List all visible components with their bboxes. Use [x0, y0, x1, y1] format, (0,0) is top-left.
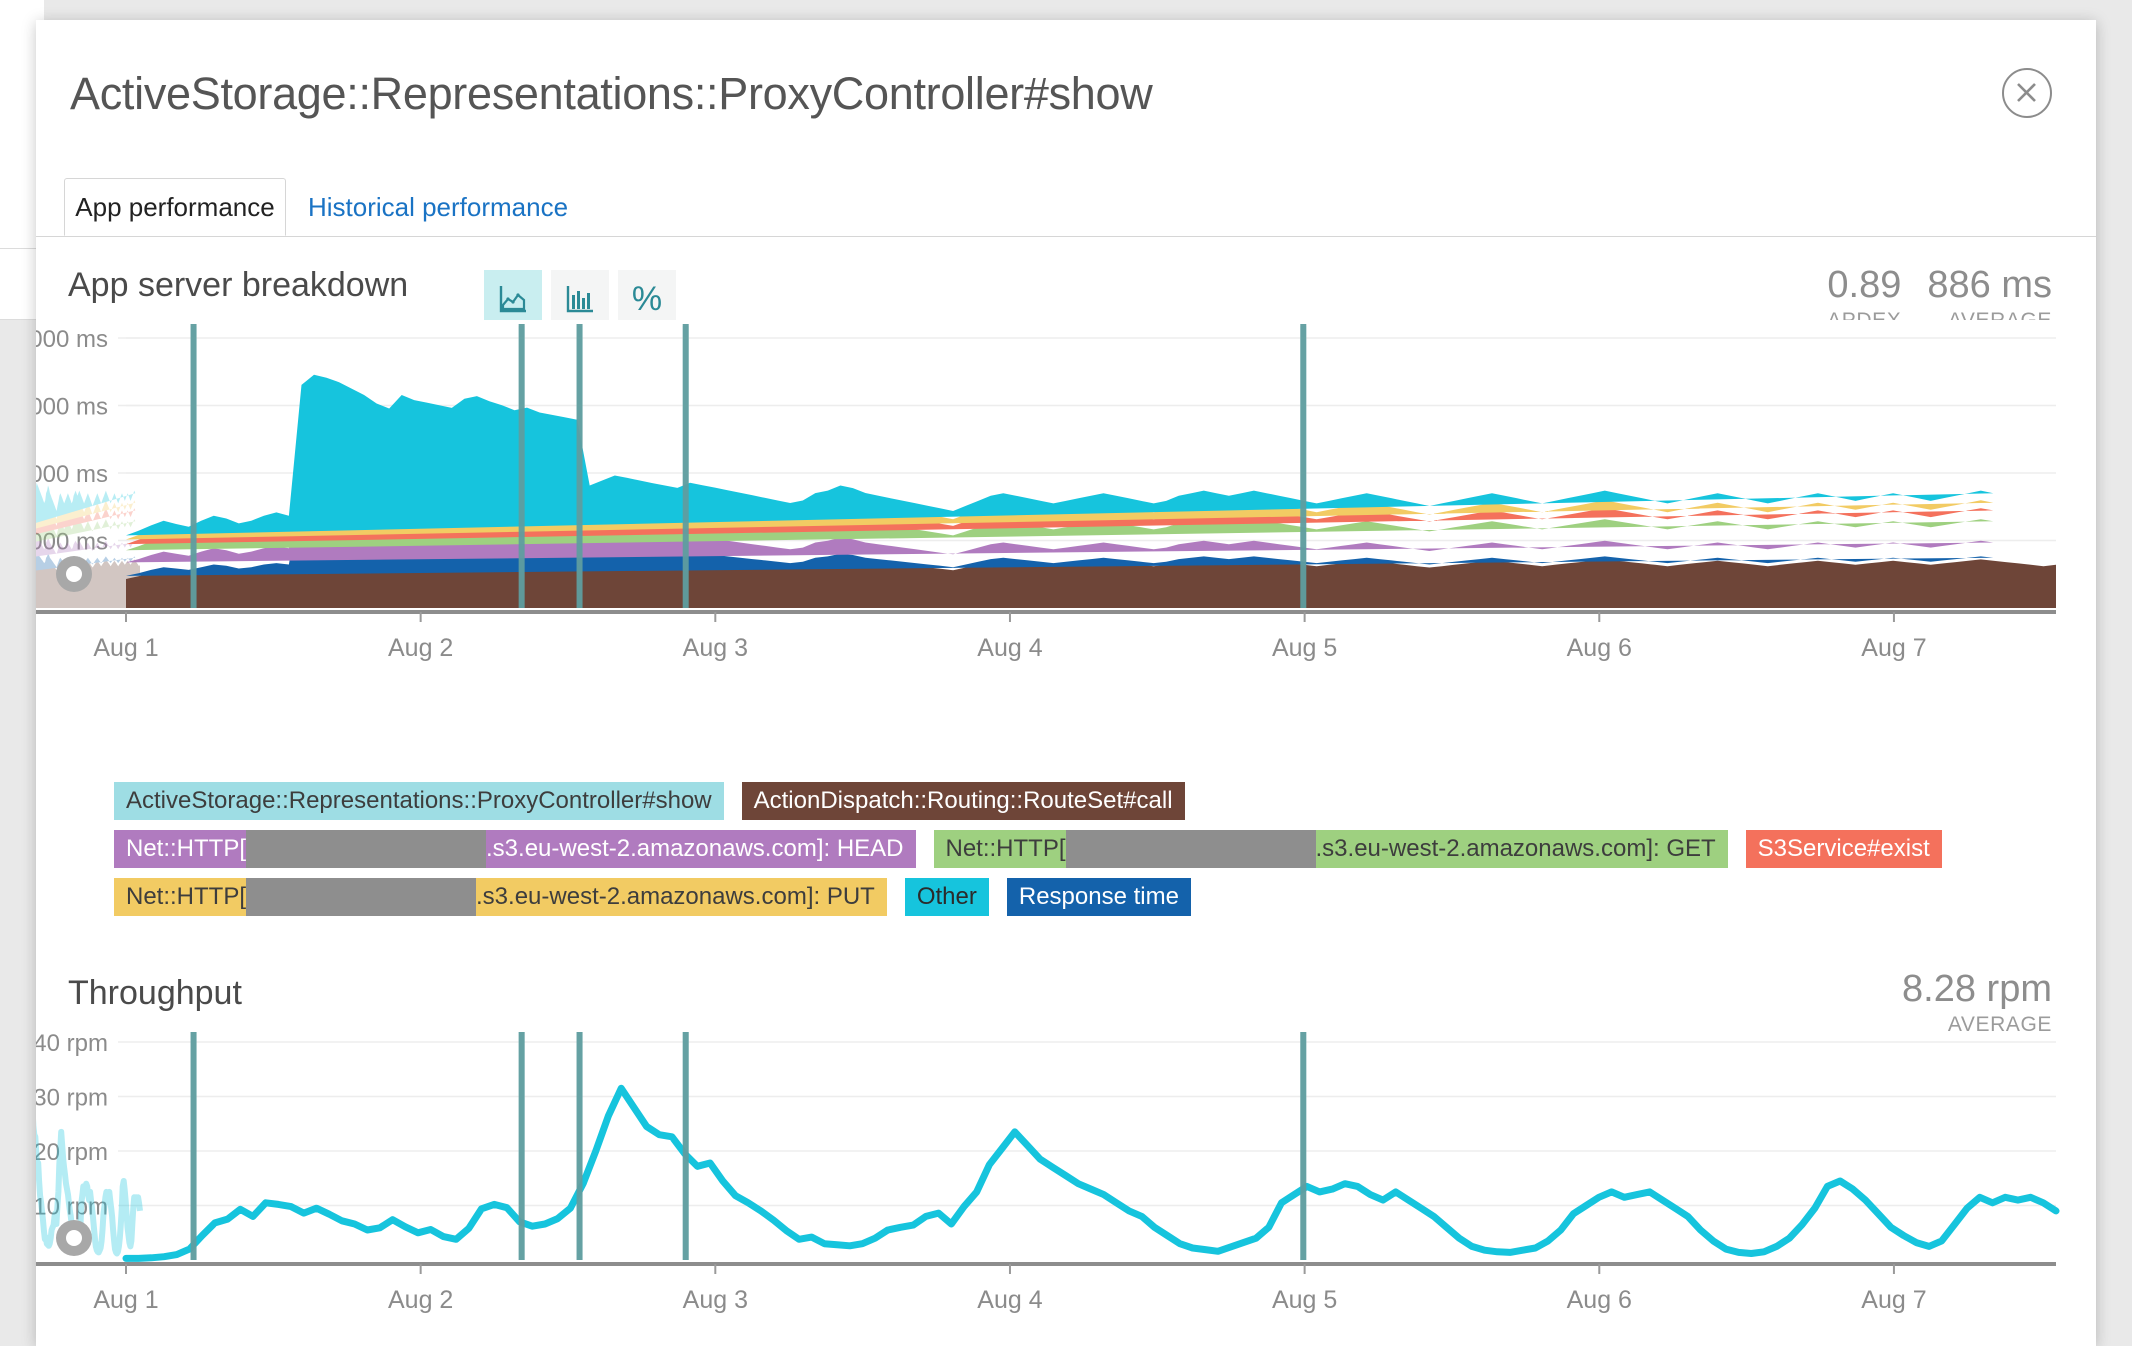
y-axis-tick-label: 40 rpm	[36, 1030, 108, 1057]
redaction-box	[1066, 830, 1316, 868]
average-value: 886 ms	[1927, 266, 2052, 306]
tab-app-performance-label: App performance	[75, 192, 274, 223]
x-axis-tick-label: Aug 6	[1567, 634, 1632, 662]
close-icon[interactable]	[2002, 68, 2052, 118]
app-server-breakdown-title: App server breakdown	[68, 266, 408, 305]
x-axis-tick-label: Aug 2	[388, 1286, 453, 1314]
throughput-metrics: 8.28 rpm AVERAGE	[1902, 970, 2052, 1037]
x-axis-tick-label: Aug 5	[1272, 634, 1337, 662]
x-axis-tick-label: Aug 3	[683, 634, 748, 662]
background-white-tab-stub	[0, 248, 41, 320]
legend-item[interactable]: Net::HTTP[ .s3.eu-west-2.amazonaws.com]: …	[934, 830, 1728, 868]
redaction-box	[246, 878, 476, 916]
throughput-title: Throughput	[68, 974, 242, 1013]
y-axis-tick-label: 20 rpm	[36, 1139, 108, 1166]
range-drag-handle[interactable]	[56, 556, 92, 592]
legend-item-prefix: Net::HTTP[	[126, 883, 246, 911]
x-axis-tick-label: Aug 7	[1861, 1286, 1926, 1314]
legend-row: Net::HTTP[ .s3.eu-west-2.amazonaws.com]: …	[114, 830, 2044, 868]
legend-item-suffix: .s3.eu-west-2.amazonaws.com]: PUT	[476, 883, 875, 911]
legend-row: ActiveStorage::Representations::ProxyCon…	[114, 782, 2044, 820]
throughput-chart[interactable]: 40 rpm30 rpm20 rpm10 rpmAug 1Aug 2Aug 3A…	[36, 1028, 2096, 1328]
redaction-box	[246, 830, 486, 868]
legend-item-prefix: Net::HTTP[	[946, 835, 1066, 863]
legend-item[interactable]: S3Service#exist	[1746, 830, 1942, 868]
x-axis-tick-label: Aug 4	[977, 1286, 1042, 1314]
page-title: ActiveStorage::Representations::ProxyCon…	[70, 68, 1152, 120]
app-server-breakdown-chart[interactable]: 4000 ms3000 ms2000 ms1000 msAug 1Aug 2Au…	[36, 320, 2096, 710]
x-axis-tick-label: Aug 7	[1861, 634, 1926, 662]
x-axis-tick-label: Aug 1	[93, 634, 158, 662]
x-axis-tick-label: Aug 5	[1272, 1286, 1337, 1314]
y-axis-tick-label: 2000 ms	[36, 461, 108, 488]
screen: ActiveStorage::Representations::ProxyCon…	[0, 0, 2132, 1346]
legend-item-label: Other	[917, 883, 977, 911]
legend-row: Net::HTTP[ .s3.eu-west-2.amazonaws.com]: …	[114, 878, 2044, 916]
legend-item-suffix: .s3.eu-west-2.amazonaws.com]: HEAD	[486, 835, 903, 863]
legend-item-label: Response time	[1019, 883, 1179, 911]
x-axis-tick-label: Aug 2	[388, 634, 453, 662]
x-axis-tick-label: Aug 3	[683, 1286, 748, 1314]
tab-app-performance[interactable]: App performance	[64, 178, 286, 236]
legend-item[interactable]: ActiveStorage::Representations::ProxyCon…	[114, 782, 724, 820]
y-axis-tick-label: 3000 ms	[36, 394, 108, 421]
x-axis-tick-label: Aug 6	[1567, 1286, 1632, 1314]
legend-item[interactable]: Net::HTTP[ .s3.eu-west-2.amazonaws.com]: …	[114, 878, 887, 916]
legend-item-label: S3Service#exist	[1758, 835, 1930, 863]
tab-historical-performance-label: Historical performance	[308, 192, 568, 223]
range-drag-handle[interactable]	[56, 1220, 92, 1256]
percent-glyph: %	[632, 282, 662, 316]
legend-item-prefix: Net::HTTP[	[126, 835, 246, 863]
x-axis-tick-label: Aug 4	[977, 634, 1042, 662]
legend-item[interactable]: Net::HTTP[ .s3.eu-west-2.amazonaws.com]: …	[114, 830, 916, 868]
throughput-average-metric: 8.28 rpm AVERAGE	[1902, 970, 2052, 1037]
legend-item[interactable]: Other	[905, 878, 989, 916]
legend-item[interactable]: Response time	[1007, 878, 1191, 916]
tab-bar: App performance Historical performance	[36, 178, 2096, 237]
chart-legend: ActiveStorage::Representations::ProxyCon…	[114, 782, 2044, 926]
x-axis-tick-label: Aug 1	[93, 1286, 158, 1314]
tab-historical-performance[interactable]: Historical performance	[288, 178, 588, 236]
legend-item-label: ActionDispatch::Routing::RouteSet#call	[754, 787, 1173, 815]
legend-item-label: ActiveStorage::Representations::ProxyCon…	[126, 787, 712, 815]
throughput-average-value: 8.28 rpm	[1902, 970, 2052, 1010]
y-axis-tick-label: 4000 ms	[36, 326, 108, 353]
legend-item-suffix: .s3.eu-west-2.amazonaws.com]: GET	[1316, 835, 1716, 863]
performance-modal: ActiveStorage::Representations::ProxyCon…	[36, 20, 2096, 1346]
apdex-value: 0.89	[1827, 266, 1901, 306]
throughput-line-series	[126, 1088, 2056, 1258]
legend-item[interactable]: ActionDispatch::Routing::RouteSet#call	[742, 782, 1185, 820]
y-axis-tick-label: 30 rpm	[36, 1085, 108, 1112]
